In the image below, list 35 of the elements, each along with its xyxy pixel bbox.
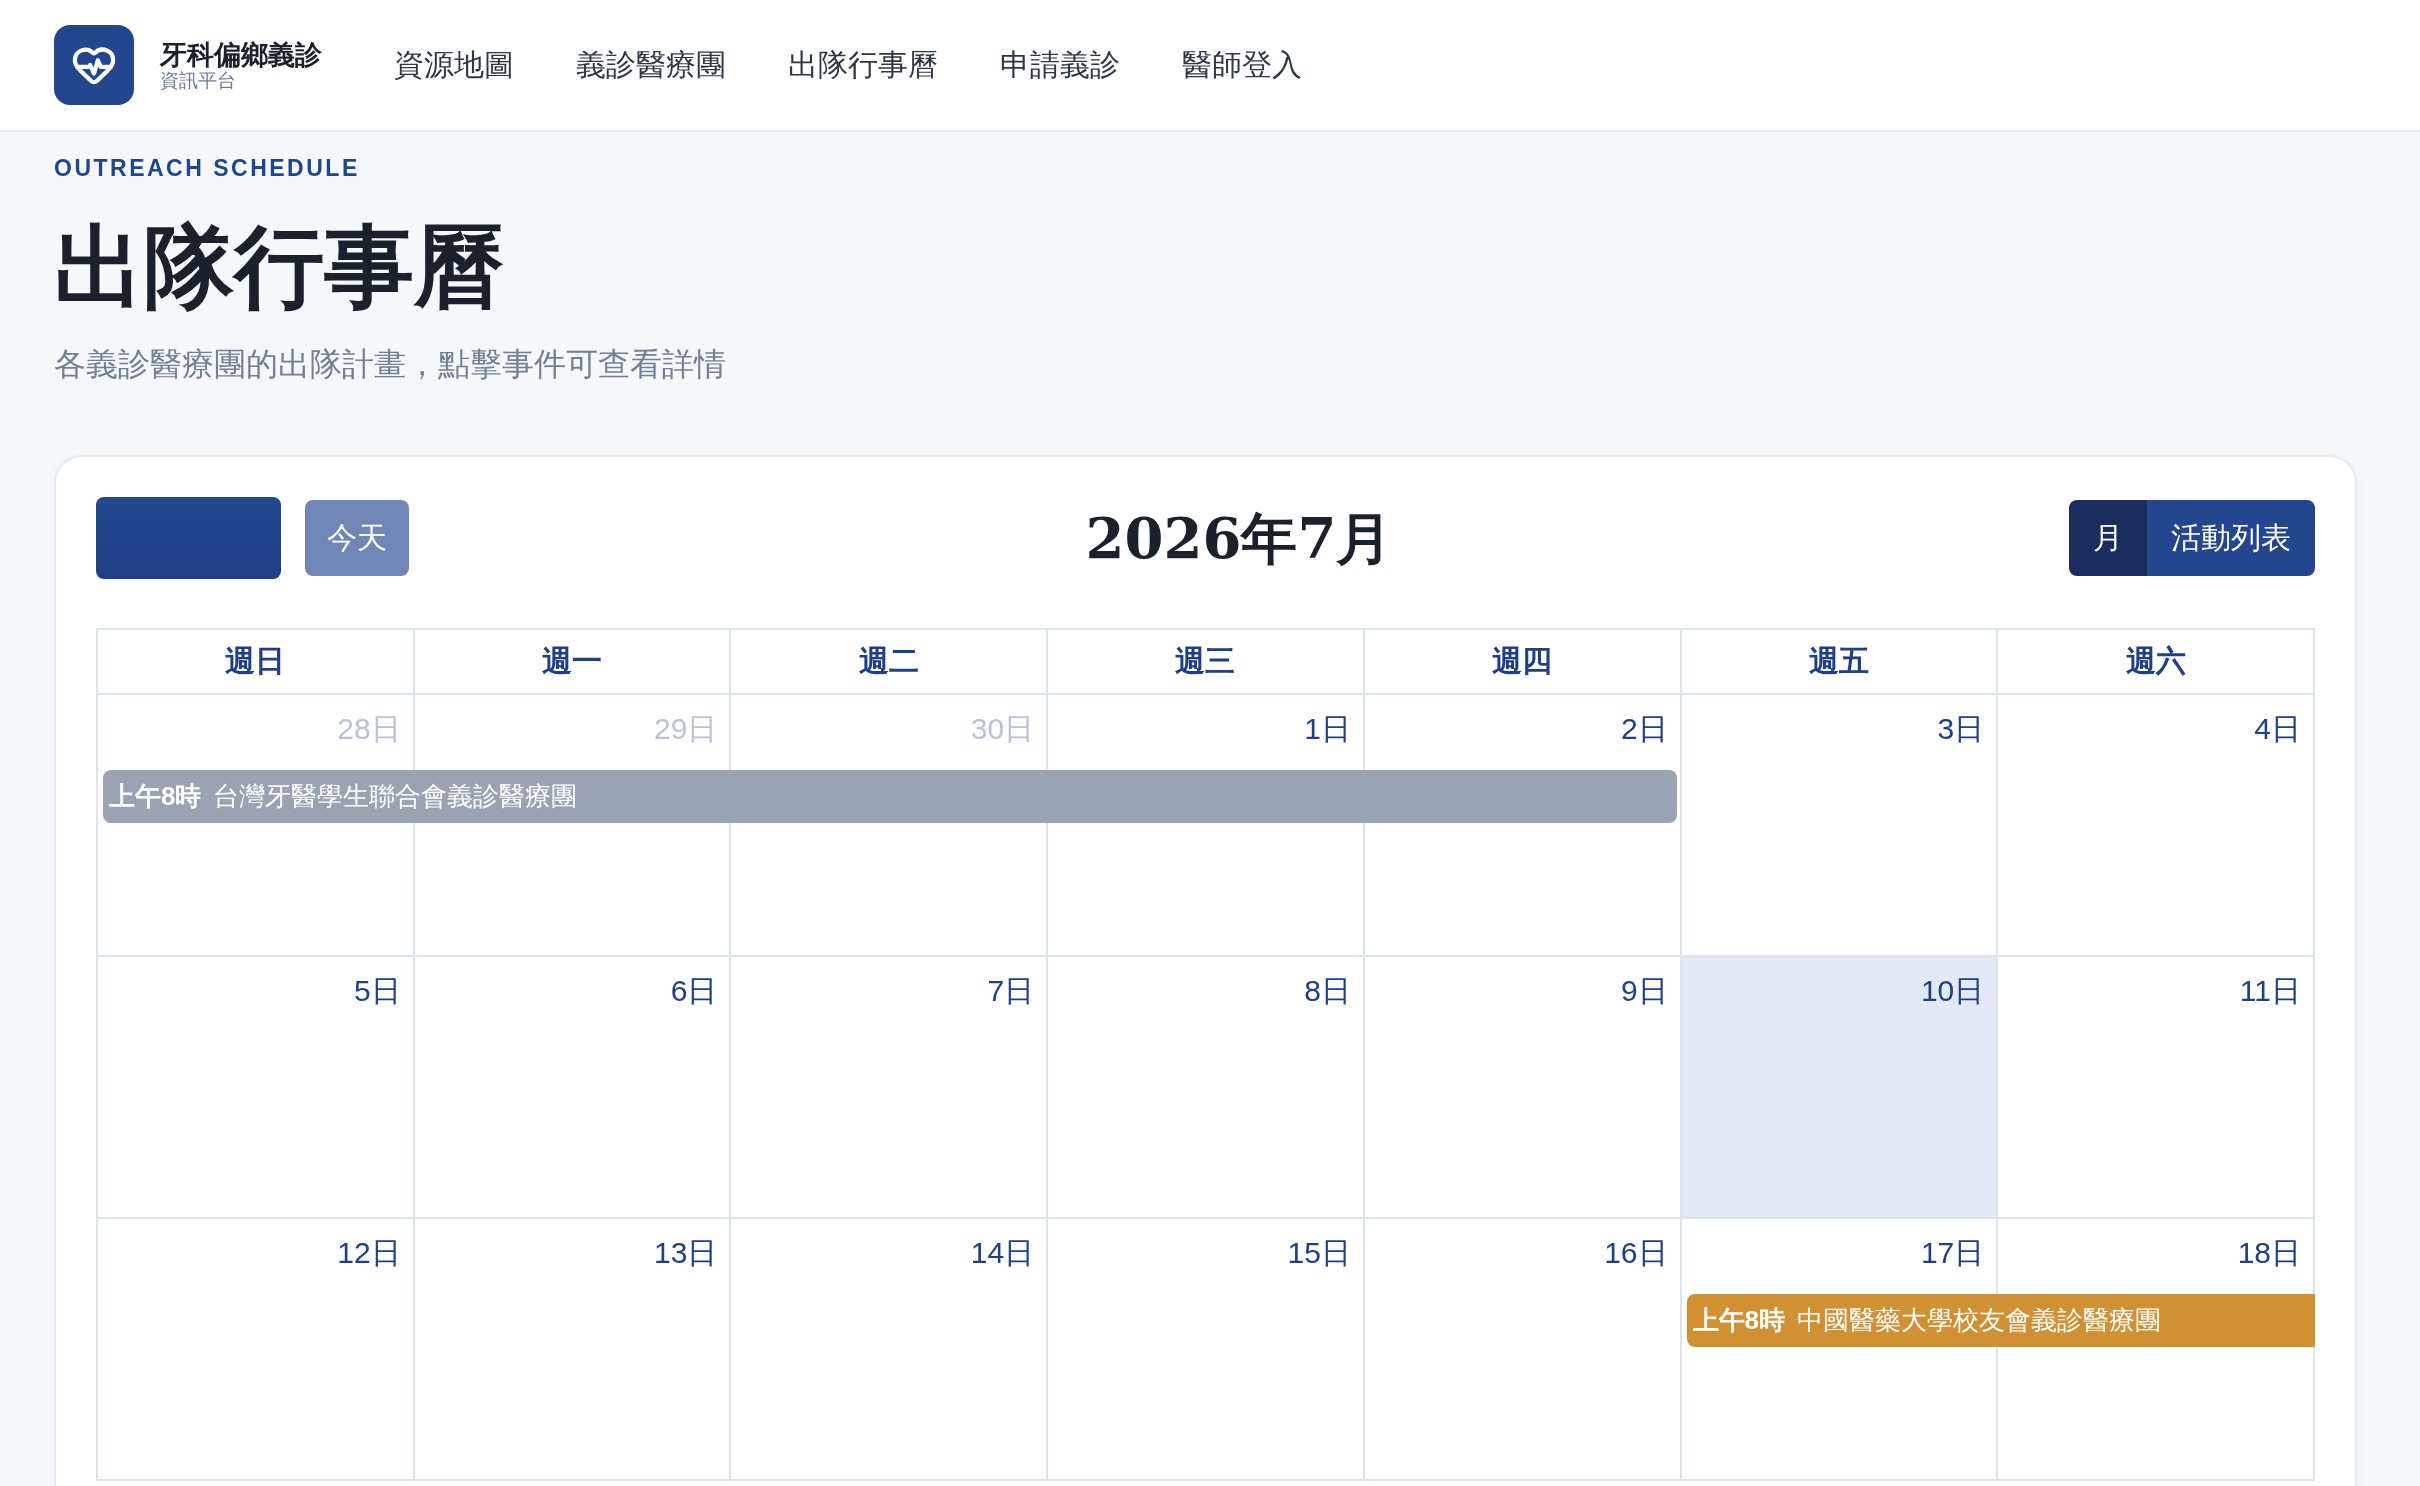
day-number: 16日 — [1604, 1235, 1668, 1271]
nav-link[interactable]: 資源地圖 — [394, 45, 514, 85]
day-number: 17日 — [1920, 1235, 1985, 1271]
day-number: 10日 — [1920, 973, 1985, 1009]
nav-link[interactable]: 醫師登入 — [1182, 45, 1302, 85]
heart-pulse-icon[interactable] — [54, 25, 134, 105]
day-number: 6日 — [670, 973, 718, 1009]
view-tab[interactable]: 月 — [2069, 500, 2147, 576]
day-number: 29日 — [654, 711, 718, 747]
page-title: 出隊行事曆 — [54, 212, 504, 320]
day-number: 3日 — [1937, 711, 1985, 747]
day-number: 28日 — [337, 711, 401, 747]
day-number: 18日 — [2237, 1235, 2301, 1271]
day-number: 15日 — [1287, 1235, 1351, 1271]
day-number: 13日 — [654, 1235, 718, 1271]
day-number: 7日 — [987, 973, 1035, 1009]
brand-title: 牙科偏鄉義診 — [160, 38, 322, 70]
nav-link[interactable]: 申請義診 — [1000, 45, 1120, 85]
day-number: 9日 — [1620, 973, 1668, 1009]
day-number: 11日 — [2239, 973, 2301, 1009]
day-number: 2日 — [1620, 711, 1668, 747]
section-eyebrow: OUTREACH SCHEDULE — [54, 154, 360, 183]
nav-link[interactable]: 出隊行事曆 — [788, 45, 938, 85]
page-description: 各義診醫療團的出隊計畫，點擊事件可查看詳情 — [54, 345, 726, 384]
day-number: 12日 — [337, 1235, 401, 1271]
calendar-title: 2026年7月 — [1085, 504, 1393, 573]
day-number: 30日 — [970, 711, 1035, 747]
day-number: 14日 — [970, 1235, 1035, 1271]
nav-link[interactable]: 義診醫療團 — [576, 45, 726, 85]
brand-subtitle: 資訊平台 — [160, 69, 237, 92]
day-number: 1日 — [1304, 711, 1351, 747]
day-number: 8日 — [1304, 973, 1351, 1009]
day-number: 5日 — [354, 973, 401, 1009]
day-number: 4日 — [2254, 711, 2301, 747]
view-tab[interactable]: 活動列表 — [2147, 500, 2315, 576]
